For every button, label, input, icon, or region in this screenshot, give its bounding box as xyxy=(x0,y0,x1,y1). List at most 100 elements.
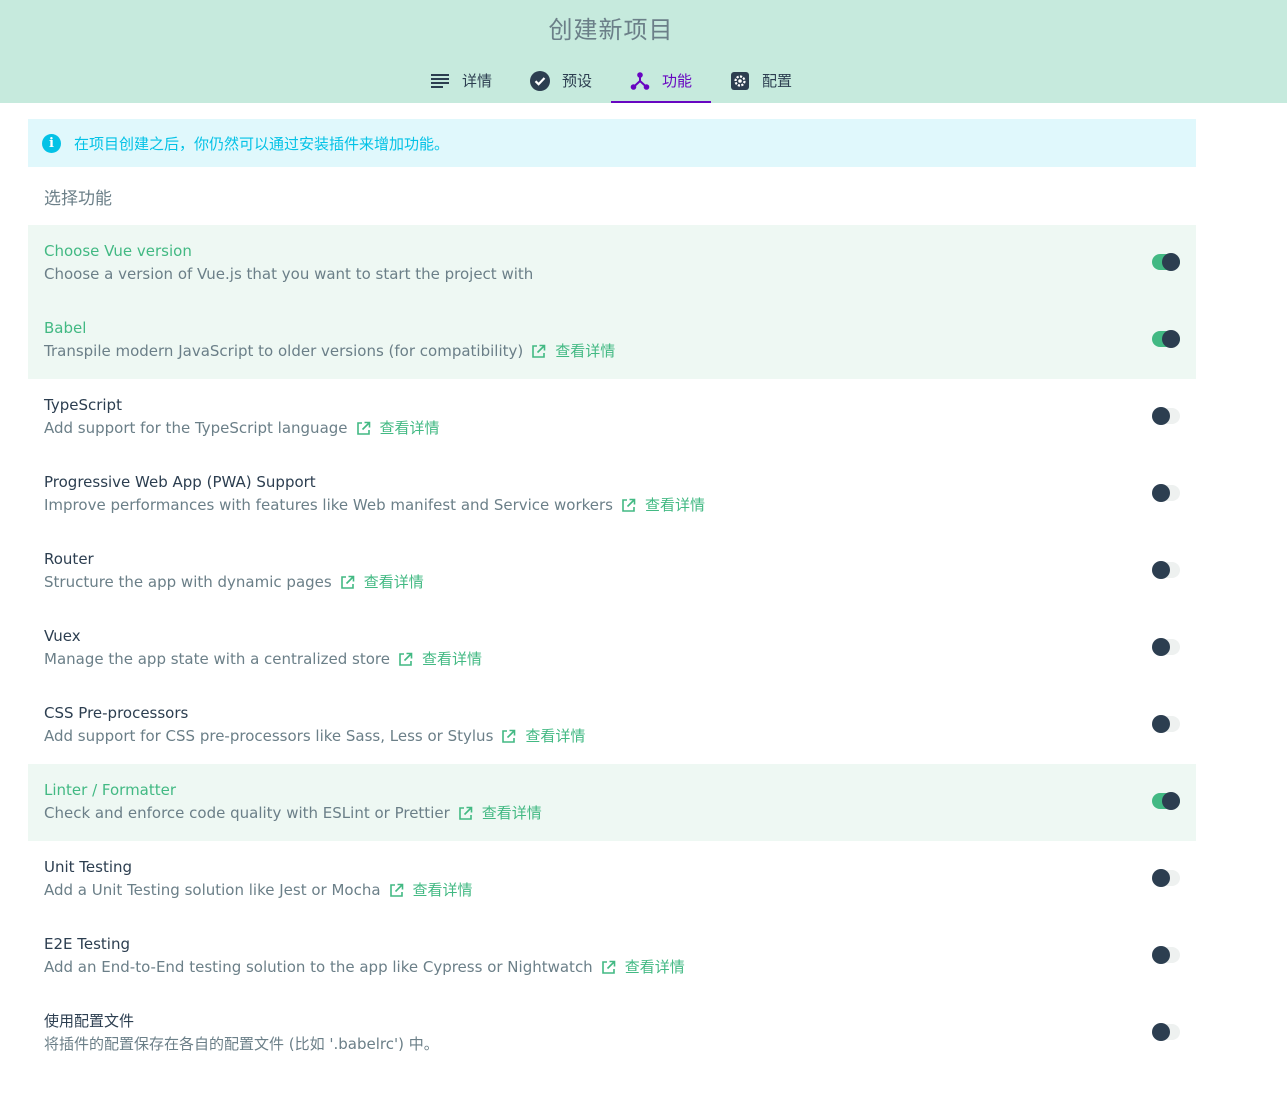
section-title: 选择功能 xyxy=(44,189,112,209)
feature-description-row: Add support for the TypeScript language 查… xyxy=(44,418,1180,438)
feature-description: Manage the app state with a centralized … xyxy=(44,650,390,668)
external-link-icon xyxy=(458,806,473,821)
feature-name: Unit Testing xyxy=(44,858,133,876)
more-info-link[interactable]: 查看详情 xyxy=(389,880,473,900)
more-info-link[interactable]: 查看详情 xyxy=(398,649,482,669)
more-info-label: 查看详情 xyxy=(481,804,542,822)
toggle-knob xyxy=(1152,561,1170,579)
external-link-icon xyxy=(356,421,371,436)
feature-item[interactable]: Unit Testing Add a Unit Testing solution … xyxy=(28,841,1196,918)
feature-item[interactable]: Progressive Web App (PWA) Support Improve… xyxy=(28,456,1196,533)
feature-description: Add support for the TypeScript language xyxy=(44,419,348,437)
feature-toggle[interactable] xyxy=(1152,792,1180,810)
more-info-link[interactable]: 查看详情 xyxy=(621,495,705,515)
feature-item[interactable]: Router Structure the app with dynamic pag… xyxy=(28,533,1196,610)
tab-label: 详情 xyxy=(461,72,492,90)
feature-description-row: 将插件的配置保存在各自的配置文件 (比如 '.babelrc') 中。 xyxy=(44,1034,1180,1054)
feature-description-row: Improve performances with features like … xyxy=(44,495,1180,515)
feature-name: Vuex xyxy=(44,627,81,645)
more-info-label: 查看详情 xyxy=(645,496,706,514)
settings-icon xyxy=(730,71,750,91)
feature-name: E2E Testing xyxy=(44,935,131,953)
toggle-knob xyxy=(1162,253,1180,271)
info-banner-text: 在项目创建之后，你仍然可以通过安装插件来增加功能。 xyxy=(74,134,450,153)
feature-toggle[interactable] xyxy=(1152,869,1180,887)
feature-toggle[interactable] xyxy=(1152,638,1180,656)
feature-description: Transpile modern JavaScript to older ver… xyxy=(44,342,524,360)
feature-description-row: Transpile modern JavaScript to older ver… xyxy=(44,341,1180,361)
toggle-knob xyxy=(1152,1023,1170,1041)
features-icon xyxy=(630,71,650,91)
tab-details[interactable]: 详情 xyxy=(411,58,511,103)
feature-description-row: Manage the app state with a centralized … xyxy=(44,649,1180,669)
feature-item[interactable]: 使用配置文件将插件的配置保存在各自的配置文件 (比如 '.babelrc') 中… xyxy=(28,995,1196,1072)
more-info-link[interactable]: 查看详情 xyxy=(601,957,685,977)
feature-toggle[interactable] xyxy=(1152,561,1180,579)
feature-description: Add support for CSS pre-processors like … xyxy=(44,727,494,745)
more-info-link[interactable]: 查看详情 xyxy=(458,803,542,823)
feature-item[interactable]: Linter / Formatter Check and enforce code… xyxy=(28,764,1196,841)
feature-description-row: Check and enforce code quality with ESLi… xyxy=(44,803,1180,823)
feature-description-row: Add support for CSS pre-processors like … xyxy=(44,726,1180,746)
feature-toggle[interactable] xyxy=(1152,484,1180,502)
feature-description-row: Structure the app with dynamic pages 查看详情 xyxy=(44,572,1180,592)
feature-item[interactable]: Babel Transpile modern JavaScript to olde… xyxy=(28,302,1196,379)
feature-list: Choose Vue version Choose a version of Vu… xyxy=(28,225,1196,1072)
feature-description-row: Choose a version of Vue.js that you want… xyxy=(44,264,1180,284)
feature-toggle[interactable] xyxy=(1152,253,1180,271)
toggle-knob xyxy=(1152,869,1170,887)
feature-name: TypeScript xyxy=(44,396,122,414)
toggle-knob xyxy=(1162,330,1180,348)
toggle-knob xyxy=(1162,792,1180,810)
header-bar: 创建新项目 详情 预设 功能 配置 xyxy=(0,0,1287,103)
toggle-knob xyxy=(1152,638,1170,656)
feature-item[interactable]: CSS Pre-processors Add support for CSS pr… xyxy=(28,687,1196,764)
feature-description-row: Add an End-to-End testing solution to th… xyxy=(44,957,1180,977)
toggle-knob xyxy=(1152,484,1170,502)
more-info-link[interactable]: 查看详情 xyxy=(531,341,615,361)
feature-toggle[interactable] xyxy=(1152,330,1180,348)
feature-name: Babel xyxy=(44,319,87,337)
external-link-icon xyxy=(340,575,355,590)
check-circle-icon xyxy=(529,70,550,91)
feature-description: 将插件的配置保存在各自的配置文件 (比如 '.babelrc') 中。 xyxy=(44,1035,439,1053)
tab-presets[interactable]: 预设 xyxy=(511,58,611,103)
feature-name: Progressive Web App (PWA) Support xyxy=(44,473,316,491)
more-info-link[interactable]: 查看详情 xyxy=(340,572,424,592)
tab-label: 预设 xyxy=(561,72,592,90)
feature-toggle[interactable] xyxy=(1152,1023,1180,1041)
feature-description: Structure the app with dynamic pages xyxy=(44,573,332,591)
tab-bar: 详情 预设 功能 配置 xyxy=(0,58,1222,103)
more-info-link[interactable]: 查看详情 xyxy=(356,418,440,438)
tab-label: 功能 xyxy=(662,72,693,90)
external-link-icon xyxy=(389,883,404,898)
more-info-label: 查看详情 xyxy=(555,342,616,360)
external-link-icon xyxy=(501,729,516,744)
feature-toggle[interactable] xyxy=(1152,946,1180,964)
external-link-icon xyxy=(621,498,636,513)
external-link-icon xyxy=(601,960,616,975)
page-title: 创建新项目 xyxy=(548,16,674,44)
list-icon xyxy=(430,71,450,91)
external-link-icon xyxy=(398,652,413,667)
tab-config[interactable]: 配置 xyxy=(711,58,811,103)
feature-toggle[interactable] xyxy=(1152,715,1180,733)
info-icon: i xyxy=(42,133,61,153)
more-info-label: 查看详情 xyxy=(421,650,482,668)
feature-name: 使用配置文件 xyxy=(44,1012,135,1030)
feature-item[interactable]: Vuex Manage the app state with a centrali… xyxy=(28,610,1196,687)
feature-item[interactable]: Choose Vue version Choose a version of Vu… xyxy=(28,225,1196,302)
tab-label: 配置 xyxy=(762,72,793,90)
more-info-label: 查看详情 xyxy=(624,958,685,976)
feature-description: Choose a version of Vue.js that you want… xyxy=(44,265,534,283)
more-info-link[interactable]: 查看详情 xyxy=(501,726,585,746)
tab-features[interactable]: 功能 xyxy=(611,58,712,103)
feature-description-row: Add a Unit Testing solution like Jest or… xyxy=(44,880,1180,900)
feature-item[interactable]: E2E Testing Add an End-to-End testing sol… xyxy=(28,918,1196,995)
feature-name: Linter / Formatter xyxy=(44,781,177,799)
more-info-label: 查看详情 xyxy=(379,419,440,437)
more-info-label: 查看详情 xyxy=(525,727,586,745)
toggle-knob xyxy=(1152,407,1170,425)
feature-toggle[interactable] xyxy=(1152,407,1180,425)
feature-item[interactable]: TypeScript Add support for the TypeScript… xyxy=(28,379,1196,456)
